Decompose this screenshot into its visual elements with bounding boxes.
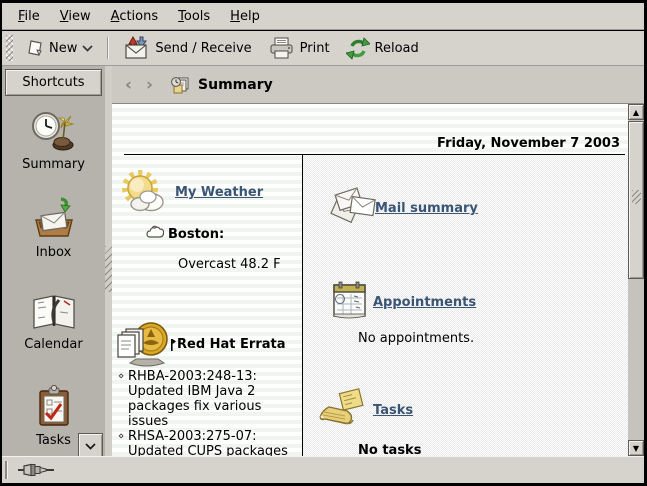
scroll-down-button[interactable]: ▼ — [628, 440, 644, 456]
menu-bar: File View Actions Tools Help — [2, 3, 644, 30]
back-button[interactable]: ‹ — [118, 73, 139, 97]
shortcuts-group-label: Shortcuts — [22, 75, 84, 90]
current-date: Friday, November 7 2003 — [437, 136, 620, 151]
send-receive-label: Send / Receive — [155, 41, 251, 56]
page-title: Summary — [198, 77, 273, 93]
errata-list: RHBA-2003:248-13: Updated IBM Java 2 pac… — [118, 369, 296, 456]
appointments-link[interactable]: Appointments — [373, 295, 476, 310]
sidebar-item-calendar[interactable]: Calendar — [2, 292, 105, 352]
reload-label: Reload — [375, 41, 419, 56]
pane-splitter[interactable] — [105, 66, 112, 456]
print-button[interactable]: Print — [260, 33, 338, 64]
mail-summary-icon — [329, 185, 377, 229]
errata-item: RHSA-2003:275-07: Updated CUPS packages … — [118, 429, 296, 456]
folder-title-bar: ‹ › Summary — [112, 66, 644, 104]
tasks-status: No tasks — [358, 443, 421, 456]
scroll-up-button[interactable]: ▲ — [628, 104, 644, 120]
shortcut-bar: Shortcuts Summary — [2, 66, 105, 456]
sidebar-item-label: Tasks — [36, 433, 71, 448]
tasks-shortcut-icon — [33, 384, 75, 428]
errata-heading[interactable]: Red Hat Errata — [170, 337, 286, 352]
summary-header-icon — [170, 76, 190, 94]
shortcuts-group-button[interactable]: Shortcuts — [5, 69, 102, 96]
new-icon — [27, 39, 44, 57]
new-button-label: New — [49, 41, 77, 56]
summary-shortcut-icon — [31, 110, 77, 152]
reload-button[interactable]: Reload — [338, 33, 427, 64]
calendar-shortcut-icon — [30, 292, 78, 332]
weather-condition: Overcast 48.2 F — [178, 257, 281, 272]
reload-icon — [346, 37, 370, 60]
status-bar — [2, 456, 644, 483]
sidebar-item-label: Calendar — [24, 337, 82, 352]
sidebar-item-label: Summary — [22, 157, 85, 172]
sidebar-item-inbox[interactable]: Inbox — [2, 196, 105, 260]
toolbar: New Send / Receive — [2, 31, 644, 66]
weather-location: Boston: — [168, 227, 224, 242]
menu-file[interactable]: File — [8, 5, 50, 28]
summary-content: Friday, November 7 2003 My Weather — [112, 104, 628, 456]
mail-summary-link[interactable]: Mail summary — [375, 201, 478, 216]
inbox-shortcut-icon — [31, 196, 77, 240]
statusbar-handle — [5, 461, 8, 479]
new-button[interactable]: New — [19, 35, 101, 61]
menu-actions[interactable]: Actions — [101, 5, 169, 28]
weather-icon — [118, 169, 170, 217]
sidebar-item-summary[interactable]: Summary — [2, 110, 105, 172]
print-label: Print — [300, 41, 330, 56]
send-receive-button[interactable]: Send / Receive — [115, 32, 259, 64]
toolbar-drag-handle[interactable] — [6, 35, 13, 61]
sidebar-item-label: Inbox — [36, 245, 72, 260]
cloud-icon — [146, 225, 164, 239]
summary-right-column: Mail summary Appointments — [302, 155, 628, 456]
menu-view[interactable]: View — [50, 5, 101, 28]
errata-icon — [114, 317, 172, 371]
forward-button[interactable]: › — [139, 73, 160, 97]
chevron-down-icon — [82, 45, 93, 52]
chevron-down-icon — [85, 443, 96, 450]
flag-marker-icon — [170, 339, 176, 351]
tasks-panel-icon — [317, 385, 369, 431]
menu-help[interactable]: Help — [220, 5, 270, 28]
send-receive-icon — [123, 36, 150, 60]
appointments-status: No appointments. — [358, 331, 474, 346]
errata-item: RHBA-2003:248-13: Updated IBM Java 2 pac… — [118, 369, 296, 429]
menu-tools[interactable]: Tools — [168, 5, 220, 28]
scrollbar-thumb[interactable] — [628, 121, 644, 279]
splitter-grip-icon — [105, 246, 112, 292]
evolution-window: File View Actions Tools Help New — [0, 0, 647, 486]
vertical-scrollbar[interactable]: ▲ ▼ — [628, 104, 644, 456]
appointments-icon — [329, 279, 371, 321]
tasks-link[interactable]: Tasks — [373, 403, 413, 418]
my-weather-link[interactable]: My Weather — [175, 185, 263, 200]
toolbar-separator — [107, 37, 109, 59]
summary-left-column: My Weather Boston: Overcast 48.2 F — [112, 155, 302, 456]
errata-title: Red Hat Errata — [177, 337, 286, 352]
online-status-icon[interactable] — [18, 463, 54, 477]
print-icon — [268, 37, 295, 60]
